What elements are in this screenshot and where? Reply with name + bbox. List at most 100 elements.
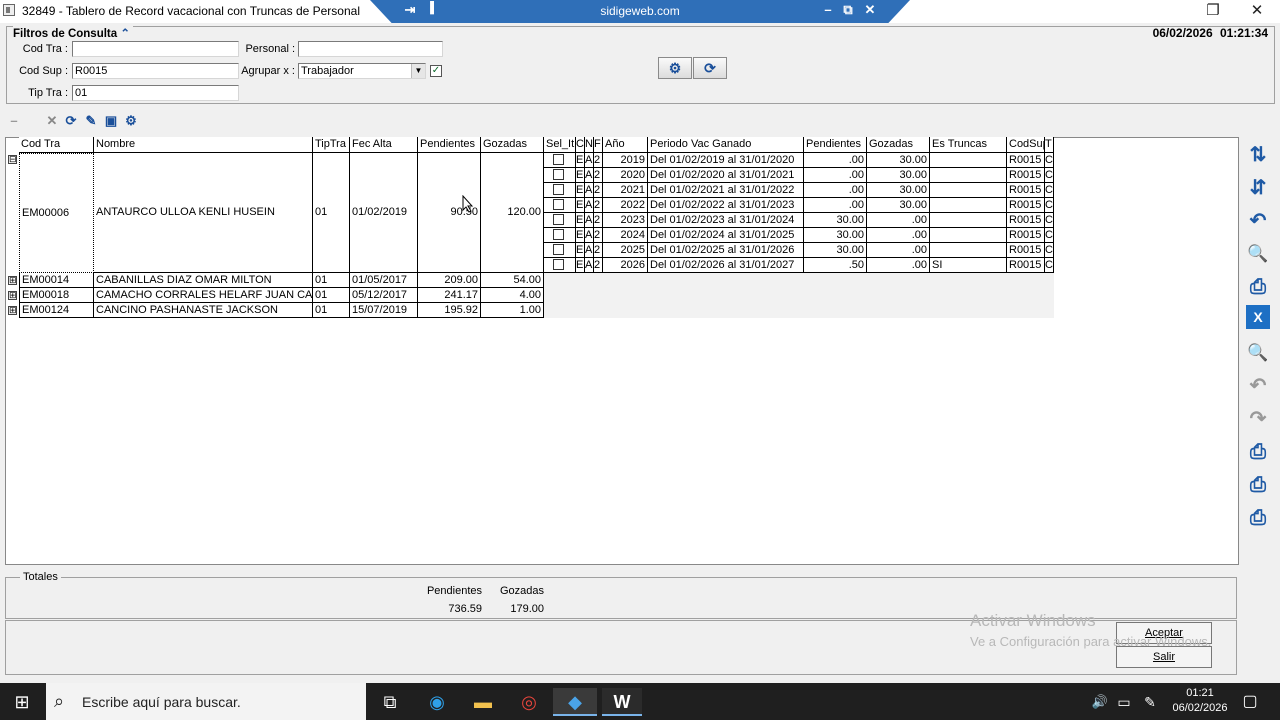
detail-cell-pendientes[interactable]: .00 [804,153,867,168]
print-icon[interactable]: ⎙ [1242,470,1274,500]
col-header-nombre[interactable]: Nombre [94,137,313,153]
file-explorer-icon[interactable]: ▬ [465,688,501,716]
table-cell-pendientes[interactable]: 195.92 [418,303,481,318]
sort-descending-icon[interactable]: ⇵ [1242,173,1274,203]
table-cell-pendientes[interactable]: 90.50 [418,153,481,273]
select-checkbox[interactable] [553,214,564,225]
detail-cell-anio[interactable]: 2019 [603,153,648,168]
detail-cell-gozadas[interactable]: .00 [867,213,930,228]
col-header-sel-it[interactable]: Sel_It [544,137,576,153]
cod-tra-input[interactable] [72,41,239,57]
col-header-codsup[interactable]: CodSup [1007,137,1045,153]
table-cell-nombre[interactable]: CABANILLAS DIAZ OMAR MILTON [94,273,313,288]
detail-cell-anio[interactable]: 2025 [603,243,648,258]
task-view-icon[interactable]: ⧉ [372,688,408,716]
table-cell-cod[interactable]: EM00124 [19,303,94,318]
col-header-anio[interactable]: Año [603,137,648,153]
table-cell-gozadas[interactable]: 4.00 [481,288,544,303]
detail-cell-periodo[interactable]: Del 01/02/2023 al 31/01/2024 [648,213,804,228]
detail-cell-sel[interactable] [544,258,576,273]
collapse-icon[interactable]: ⌃ [120,28,130,40]
detail-cell-periodo[interactable]: Del 01/02/2022 al 31/01/2023 [648,198,804,213]
detail-cell-anio[interactable]: 2020 [603,168,648,183]
start-icon[interactable]: ⊞ [4,688,40,716]
search-icon[interactable]: 🔍 [1242,239,1274,269]
chevron-down-icon[interactable]: ▼ [411,64,425,78]
table-cell-tiptra[interactable]: 01 [313,273,350,288]
network-icon[interactable]: ▭ [1110,688,1138,716]
sort-ascending-icon[interactable]: ⇅ [1242,140,1274,170]
table-cell-gozadas[interactable]: 1.00 [481,303,544,318]
col-header-cod-tra[interactable]: Cod Tra [19,137,94,153]
table-cell-tiptra[interactable]: 01 [313,303,350,318]
table-cell-nombre[interactable]: CANCINO PASHANASTE JACKSON [94,303,313,318]
table-cell-fec-alta[interactable]: 15/07/2019 [350,303,418,318]
remote-desktop-icon[interactable]: ◆ [553,688,597,716]
detail-cell-codsup[interactable]: R0015 [1007,228,1045,243]
detail-cell-truncas[interactable] [930,243,1007,258]
expand-row-icon[interactable]: ⊞ [8,276,17,285]
gear-icon[interactable]: ⚙ [123,113,139,129]
select-checkbox[interactable] [553,154,564,165]
detail-cell-sel[interactable] [544,198,576,213]
detail-cell-codsup[interactable]: R0015 [1007,168,1045,183]
exit-button[interactable]: Salir [1116,646,1212,668]
detail-cell-anio[interactable]: 2024 [603,228,648,243]
select-checkbox[interactable] [553,184,564,195]
detail-cell-periodo[interactable]: Del 01/02/2025 al 31/01/2026 [648,243,804,258]
detail-cell-periodo[interactable]: Del 01/02/2026 al 31/01/2027 [648,258,804,273]
print-icon[interactable]: ⎙ [1242,272,1274,302]
table-cell-nombre[interactable]: ANTAURCO ULLOA KENLI HUSEIN [94,153,313,273]
table-cell-tiptra[interactable]: 01 [313,153,350,273]
table-cell-fec-alta[interactable]: 01/02/2019 [350,153,418,273]
taskbar-search-placeholder[interactable]: Escribe aquí para buscar. [82,694,241,710]
expand-row-icon[interactable]: ⊞ [8,291,17,300]
cod-sup-input[interactable]: R0015 [72,63,239,79]
detail-cell-pendientes[interactable]: .00 [804,183,867,198]
table-cell-fec-alta[interactable]: 01/05/2017 [350,273,418,288]
taskbar-clock[interactable]: 01:21 06/02/2026 [1160,686,1240,716]
notifications-icon[interactable]: ▢ [1234,688,1266,716]
edge-icon[interactable]: ◉ [419,688,455,716]
detail-cell-gozadas[interactable]: .00 [867,243,930,258]
detail-cell-sel[interactable] [544,168,576,183]
detail-cell-pendientes[interactable]: .50 [804,258,867,273]
detail-cell-pendientes[interactable]: 30.00 [804,213,867,228]
detail-cell-codsup[interactable]: R0015 [1007,183,1045,198]
undo-icon[interactable]: ↶ [1242,371,1274,401]
expand-row-icon[interactable]: ⊞ [8,306,17,315]
col-header-gozadas[interactable]: Gozadas [481,137,544,153]
detail-cell-anio[interactable]: 2022 [603,198,648,213]
redo-icon[interactable]: ↷ [1242,404,1274,434]
agrupar-select[interactable]: Trabajador ▼ [298,63,426,79]
table-cell-pendientes[interactable]: 241.17 [418,288,481,303]
col-header-c[interactable]: C [576,137,585,153]
word-icon[interactable]: W [602,688,642,716]
detail-cell-gozadas[interactable]: 30.00 [867,198,930,213]
select-checkbox[interactable] [553,169,564,180]
detail-cell-truncas[interactable] [930,213,1007,228]
select-checkbox[interactable] [553,244,564,255]
window-restore-button[interactable]: ❐ [1201,1,1225,19]
delete-icon[interactable]: ✕ [44,113,60,129]
detail-cell-periodo[interactable]: Del 01/02/2024 al 31/01/2025 [648,228,804,243]
col-header-pendientes[interactable]: Pendientes [804,137,867,153]
detail-cell-periodo[interactable]: Del 01/02/2021 al 31/01/2022 [648,183,804,198]
col-header-periodo[interactable]: Periodo Vac Ganado [648,137,804,153]
detail-cell-anio[interactable]: 2026 [603,258,648,273]
col-header-gozadas[interactable]: Gozadas [867,137,930,153]
detail-cell-truncas[interactable] [930,228,1007,243]
detail-cell-sel[interactable] [544,228,576,243]
tip-tra-input[interactable]: 01 [72,85,239,101]
agrupar-checkbox[interactable]: ✓ [430,65,442,77]
table-cell-gozadas[interactable]: 54.00 [481,273,544,288]
undo-icon[interactable]: ↶ [1242,206,1274,236]
print-icon[interactable]: ⎙ [1242,503,1274,533]
detail-cell-codsup[interactable]: R0015 [1007,243,1045,258]
detail-cell-pendientes[interactable]: 30.00 [804,228,867,243]
detail-cell-periodo[interactable]: Del 01/02/2019 al 31/01/2020 [648,153,804,168]
chrome-icon[interactable]: ◎ [511,688,547,716]
signal-icon[interactable]: ▐ [422,2,438,14]
col-header-pendientes[interactable]: Pendientes [418,137,481,153]
col-header-tiptra[interactable]: TipTra [313,137,350,153]
